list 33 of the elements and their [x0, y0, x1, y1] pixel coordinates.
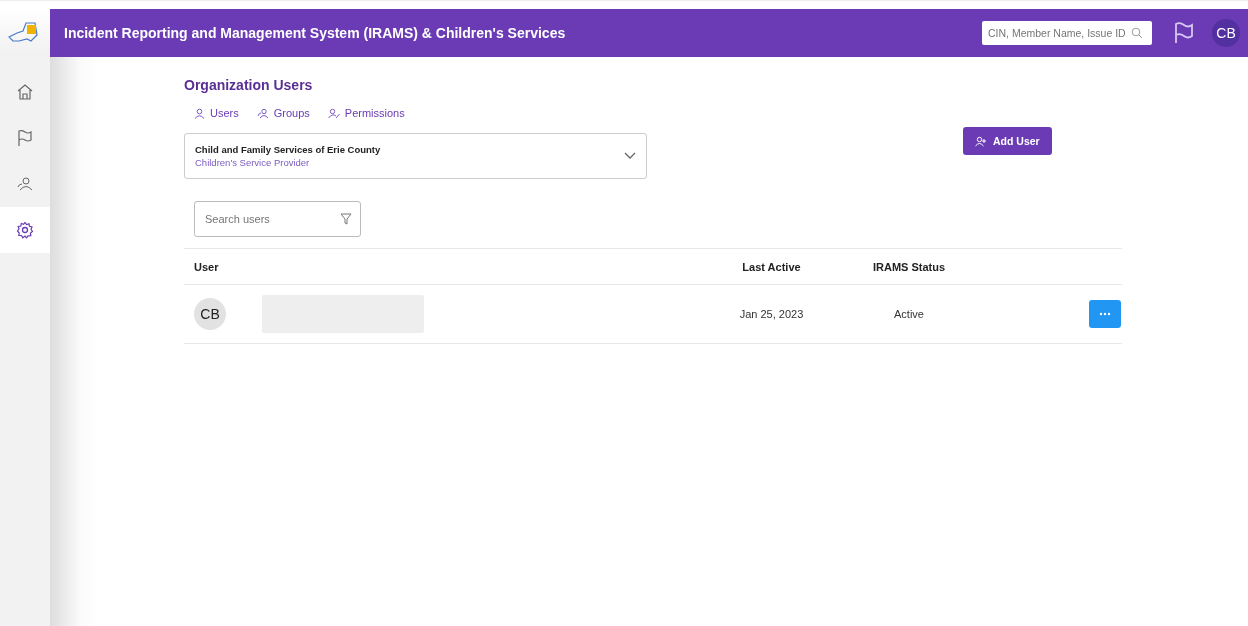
home-icon: [16, 83, 34, 101]
status-cell-text: Active: [893, 308, 925, 320]
person-edit-icon: [327, 107, 340, 119]
person-add-icon: [975, 135, 987, 147]
organization-select[interactable]: Child and Family Services of Erie County Children's Service Provider: [184, 133, 647, 179]
person-icon: [194, 107, 205, 119]
column-header: User: [194, 260, 220, 273]
column-header: Last Active: [741, 260, 802, 273]
nav-tab[interactable]: Users: [194, 107, 239, 119]
add-user-button[interactable]: Add User: [963, 127, 1052, 155]
settings-icon: [16, 221, 34, 239]
sidebar-settings-item[interactable]: [0, 207, 50, 253]
user-avatar: CB: [194, 298, 226, 330]
user-avatar[interactable]: CB: [1212, 19, 1240, 47]
global-search-field[interactable]: CIN, Member Name, Issue ID: [982, 21, 1152, 45]
chevron-down-icon: [624, 152, 636, 160]
nav-tab[interactable]: Permissions: [327, 107, 405, 119]
ellipsis-icon: [1099, 312, 1111, 316]
column-header: IRAMS Status: [871, 260, 947, 273]
organization-name: Child and Family Services of Erie County: [195, 144, 381, 155]
flag-icon[interactable]: [1174, 22, 1194, 44]
search-icon: [1131, 27, 1143, 39]
app-title: Incident Reporting and Management System (IRAMS) & Children's Services: [64, 25, 567, 41]
last-active-cell-text: Jan 25, 2023: [738, 308, 805, 320]
filter-icon: [340, 213, 352, 225]
page-title: Organization Users: [184, 77, 314, 93]
people-icon: [16, 175, 34, 193]
user-search-field[interactable]: Search users: [194, 201, 361, 237]
flag-icon: [16, 129, 34, 147]
nav-tab[interactable]: Groups: [256, 107, 310, 119]
organization-type: Children's Service Provider: [195, 157, 311, 168]
people-icon: [256, 107, 269, 119]
more-actions-button[interactable]: [1089, 300, 1121, 328]
